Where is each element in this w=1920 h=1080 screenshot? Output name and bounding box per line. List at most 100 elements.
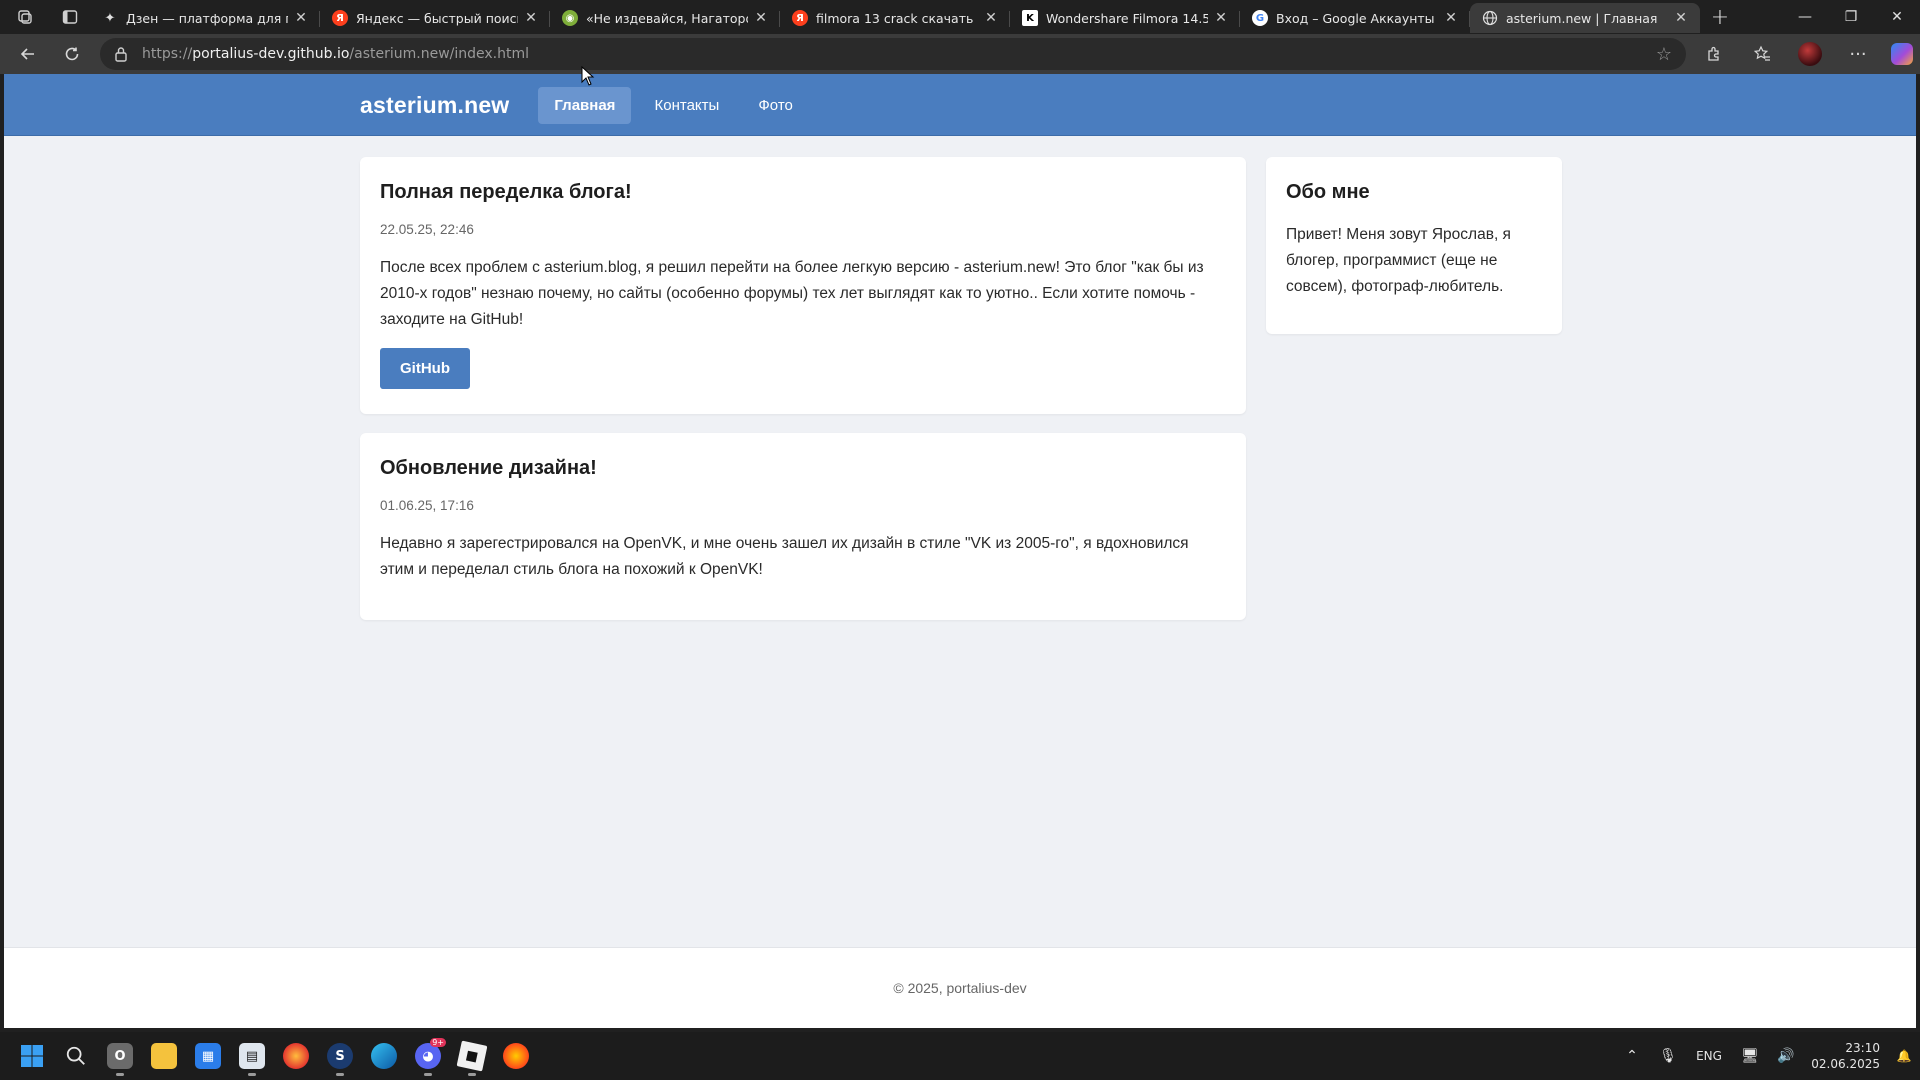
anime-icon: ◉ (562, 10, 578, 26)
taskbar-app-editor[interactable]: ▤ (230, 1034, 274, 1078)
taskbar-app-store[interactable]: ▦ (186, 1034, 230, 1078)
more-menu-icon[interactable]: ··· (1834, 34, 1882, 74)
taskbar-app-yandex[interactable] (494, 1034, 538, 1078)
folder-icon (151, 1043, 177, 1069)
browser-tab-active[interactable]: asterium.new | Главная ✕ (1470, 3, 1700, 33)
profile-button[interactable] (1786, 34, 1834, 74)
post-title: Полная переделка блога! (380, 181, 632, 203)
post-date: 22.05.25, 22:46 (380, 222, 474, 237)
copilot-button[interactable] (1882, 34, 1920, 74)
system-tray: ⌃ 🎙 ENG 🖥 🔊 23:10 02.06.2025 🔔 (1614, 1032, 1920, 1080)
taskbar-app-firefox[interactable] (274, 1034, 318, 1078)
close-icon[interactable]: ✕ (1212, 10, 1230, 26)
firefox-icon (283, 1043, 309, 1069)
clock[interactable]: 23:10 02.06.2025 (1804, 1040, 1880, 1072)
page-viewport: asterium.new Главная Контакты Фото Полна… (4, 74, 1916, 1028)
tab-actions-icon[interactable] (50, 0, 90, 34)
footer-copyright: © 2025, portalius-dev (893, 980, 1027, 996)
taskbar-app-opera[interactable]: O (98, 1034, 142, 1078)
restore-icon[interactable]: ❐ (1828, 0, 1874, 34)
favorites-icon[interactable] (1738, 34, 1786, 74)
browser-tab[interactable]: Я Яндекс — быстрый поиск в интернете ✕ (320, 3, 550, 33)
globe-icon (1482, 10, 1498, 26)
taskbar-app-edge[interactable] (362, 1034, 406, 1078)
taskbar-app-steam[interactable]: S (318, 1034, 362, 1078)
close-icon[interactable]: ✕ (1672, 10, 1690, 26)
back-arrow-icon (20, 48, 34, 60)
reload-button[interactable] (50, 34, 94, 74)
k-icon: K (1022, 10, 1038, 26)
notification-badge: 9+ (430, 1038, 446, 1047)
workspaces-icon[interactable] (0, 0, 50, 34)
notification-bell-icon[interactable]: 🔔 (1888, 1049, 1920, 1063)
clock-time: 23:10 (1845, 1041, 1880, 1055)
avatar (1798, 42, 1822, 66)
close-icon[interactable]: ✕ (522, 10, 540, 26)
site-logo[interactable]: asterium.new (360, 92, 509, 119)
close-icon[interactable]: ✕ (752, 10, 770, 26)
post-title: Обновление дизайна! (380, 457, 597, 479)
volume-icon[interactable]: 🔊 (1768, 1048, 1804, 1064)
google-icon: G (1252, 10, 1268, 26)
window-controls: — ❐ ✕ (1782, 0, 1920, 34)
url-path: /asterium.new/index.html (349, 46, 530, 62)
chevron-up-icon[interactable]: ⌃ (1614, 1048, 1650, 1064)
browser-tab[interactable]: ✦ Дзен — платформа для просмотра ✕ (90, 3, 320, 33)
site-header: asterium.new Главная Контакты Фото (4, 74, 1916, 136)
browser-tab[interactable]: Я filmora 13 crack скачать — Яндекс ✕ (780, 3, 1010, 33)
clock-date: 02.06.2025 (1811, 1057, 1880, 1071)
windows-logo-icon (21, 1045, 43, 1067)
tab-title: «Не издевайся, Нагаторо» 3 сезон (586, 10, 748, 26)
edge-icon (371, 1043, 397, 1069)
post-body: Недавно я зарегестрировался на OpenVK, и… (380, 535, 1189, 578)
site-footer: © 2025, portalius-dev (4, 947, 1916, 1028)
yandex-browser-icon (503, 1043, 529, 1069)
back-button[interactable] (6, 34, 50, 74)
browser-tab[interactable]: ◉ «Не издевайся, Нагаторо» 3 сезон ✕ (550, 3, 780, 33)
about-card: Обо мне Привет! Меня зовут Ярослав, я бл… (1266, 157, 1562, 334)
blog-post: Обновление дизайна! 01.06.25, 17:16 Неда… (360, 433, 1246, 620)
site-nav: Главная Контакты Фото (538, 86, 810, 124)
nav-link-photo[interactable]: Фото (742, 87, 808, 124)
extensions-icon[interactable] (1690, 34, 1738, 74)
input-language[interactable]: ENG (1686, 1049, 1732, 1063)
tab-list: ✦ Дзен — платформа для просмотра ✕ Я Янд… (90, 0, 1700, 34)
address-bar[interactable]: https://portalius-dev.github.io/asterium… (100, 38, 1686, 70)
github-button[interactable]: GitHub (380, 348, 470, 389)
taskbar-app-discord[interactable]: ◕ 9+ (406, 1034, 450, 1078)
post-body: После всех проблем с asterium.blog, я ре… (380, 259, 1204, 328)
favorite-star-icon[interactable]: ☆ (1656, 44, 1672, 65)
copilot-icon (1891, 43, 1913, 65)
start-button[interactable] (10, 1034, 54, 1078)
url-text[interactable]: https://portalius-dev.github.io/asterium… (142, 46, 1656, 62)
close-icon[interactable]: ✕ (982, 10, 1000, 26)
steam-icon: S (327, 1043, 353, 1069)
nav-link-contacts[interactable]: Контакты (639, 87, 736, 124)
tab-title: filmora 13 crack скачать — Яндекс (816, 10, 978, 26)
browser-tab[interactable]: G Вход – Google Аккаунты ✕ (1240, 3, 1470, 33)
browser-tab-strip: ✦ Дзен — платформа для просмотра ✕ Я Янд… (0, 0, 1920, 34)
tab-title: Вход – Google Аккаунты (1276, 10, 1435, 26)
new-tab-button[interactable]: + (1700, 0, 1740, 34)
close-icon[interactable]: ✕ (1442, 10, 1460, 26)
lock-icon[interactable] (114, 46, 128, 62)
close-icon[interactable]: ✕ (292, 10, 310, 26)
close-window-icon[interactable]: ✕ (1874, 0, 1920, 34)
post-date: 01.06.25, 17:16 (380, 498, 474, 513)
toolbar-right: ··· (1690, 34, 1920, 74)
url-scheme: https:// (142, 46, 193, 62)
minimize-icon[interactable]: — (1782, 0, 1828, 34)
taskbar-app-explorer[interactable] (142, 1034, 186, 1078)
windows-taskbar: O ▦ ▤ S ◕ 9+ ■ ⌃ 🎙 ENG 🖥 🔊 23:10 02.06.2… (0, 1032, 1920, 1080)
tab-title: asterium.new | Главная (1506, 10, 1658, 26)
editor-icon: ▤ (239, 1043, 265, 1069)
browser-tab[interactable]: K Wondershare Filmora 14.5.18.12 ✕ (1010, 3, 1240, 33)
taskbar-app-roblox[interactable]: ■ (450, 1034, 494, 1078)
microphone-icon[interactable]: 🎙 (1650, 1048, 1686, 1064)
mouse-cursor-icon (581, 66, 595, 86)
nav-link-home[interactable]: Главная (538, 86, 632, 124)
search-button[interactable] (54, 1034, 98, 1078)
yandex-icon: Я (332, 10, 348, 26)
tab-title: Wondershare Filmora 14.5.18.12 (1046, 10, 1208, 26)
network-icon[interactable]: 🖥 (1732, 1048, 1768, 1064)
